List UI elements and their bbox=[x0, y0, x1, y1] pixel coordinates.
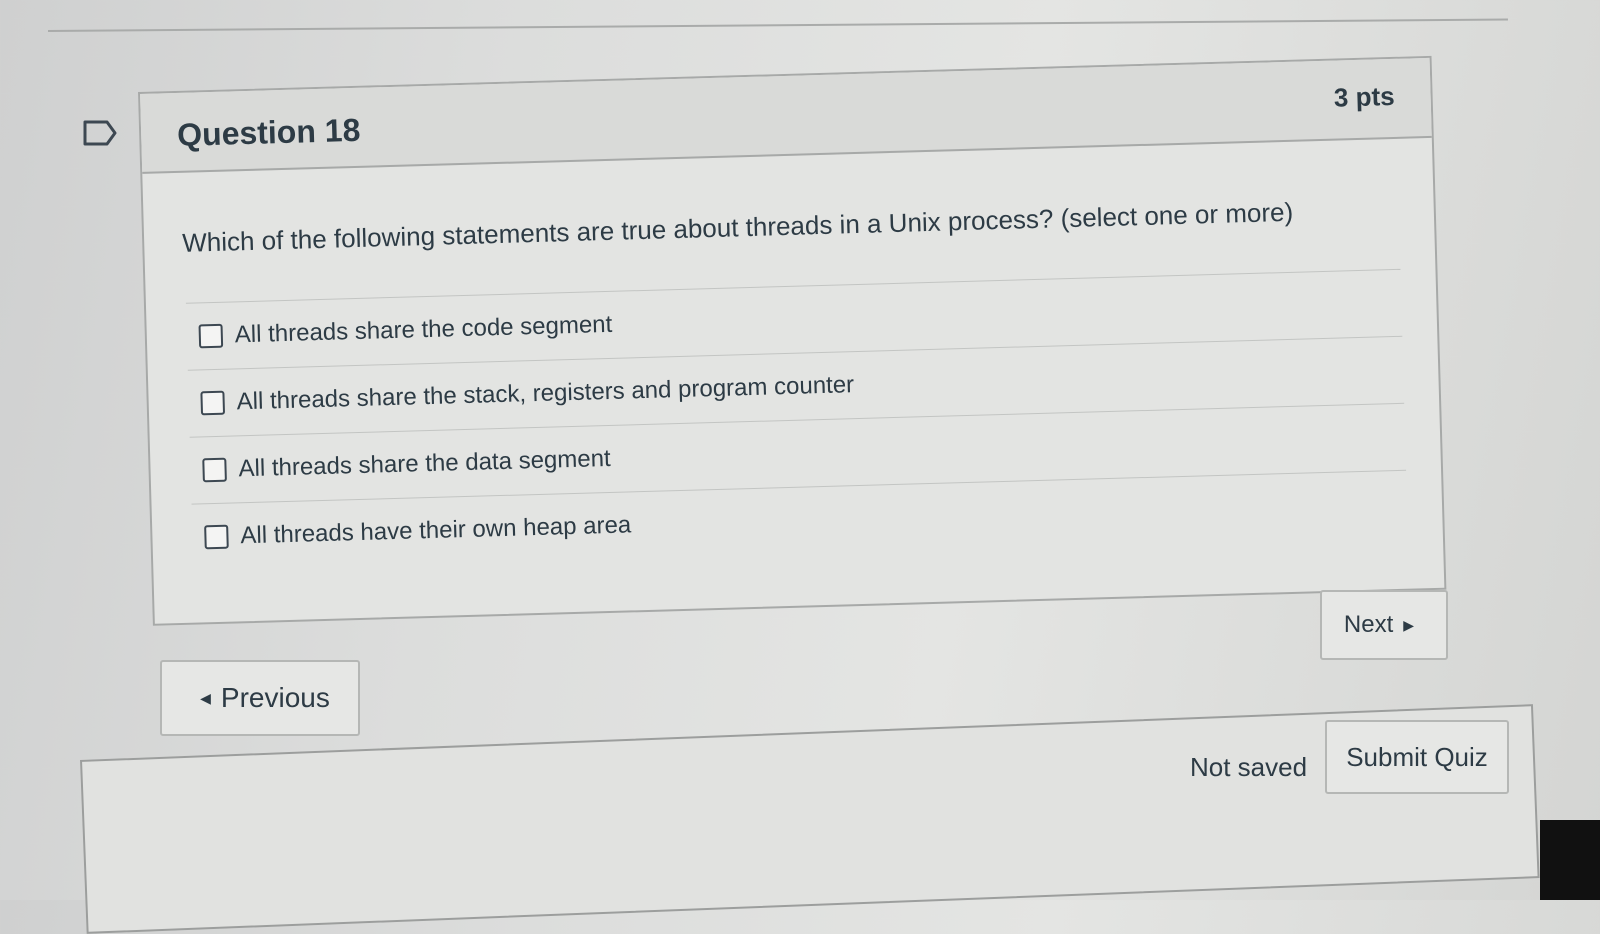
top-divider bbox=[47, 18, 1508, 32]
previous-label: Previous bbox=[220, 682, 330, 713]
quiz-footer-panel bbox=[80, 704, 1540, 934]
question-title: Question 18 bbox=[176, 111, 361, 153]
question-points: 3 pts bbox=[1333, 80, 1396, 113]
previous-button[interactable]: ◀ Previous bbox=[160, 660, 360, 736]
submit-quiz-button[interactable]: Submit Quiz bbox=[1325, 720, 1509, 794]
answer-label[interactable]: All threads share the code segment bbox=[234, 311, 612, 350]
caret-left-icon: ◀ bbox=[200, 689, 211, 706]
next-button[interactable]: Next ▶ bbox=[1320, 590, 1448, 660]
answer-label[interactable]: All threads share the stack, registers a… bbox=[236, 371, 854, 416]
question-card: Question 18 3 pts Which of the following… bbox=[138, 55, 1447, 626]
question-text: Which of the following statements are tr… bbox=[181, 196, 1294, 258]
screen-edge bbox=[1540, 820, 1600, 900]
answer-label[interactable]: All threads have their own heap area bbox=[240, 511, 632, 550]
answer-checkbox[interactable] bbox=[200, 390, 226, 416]
answer-checkbox[interactable] bbox=[202, 457, 227, 483]
caret-right-icon: ▶ bbox=[1403, 616, 1415, 633]
answer-checkbox[interactable] bbox=[204, 524, 229, 550]
next-label: Next bbox=[1343, 611, 1394, 638]
answer-list: All threads share the code segment All t… bbox=[185, 268, 1408, 571]
save-status: Not saved bbox=[1190, 752, 1308, 782]
answer-label[interactable]: All threads share the data segment bbox=[238, 445, 611, 483]
answer-checkbox[interactable] bbox=[198, 323, 224, 349]
question-header: Question 18 3 pts bbox=[140, 57, 1432, 174]
flag-question-icon[interactable] bbox=[82, 119, 118, 147]
submit-label: Submit Quiz bbox=[1346, 741, 1488, 772]
